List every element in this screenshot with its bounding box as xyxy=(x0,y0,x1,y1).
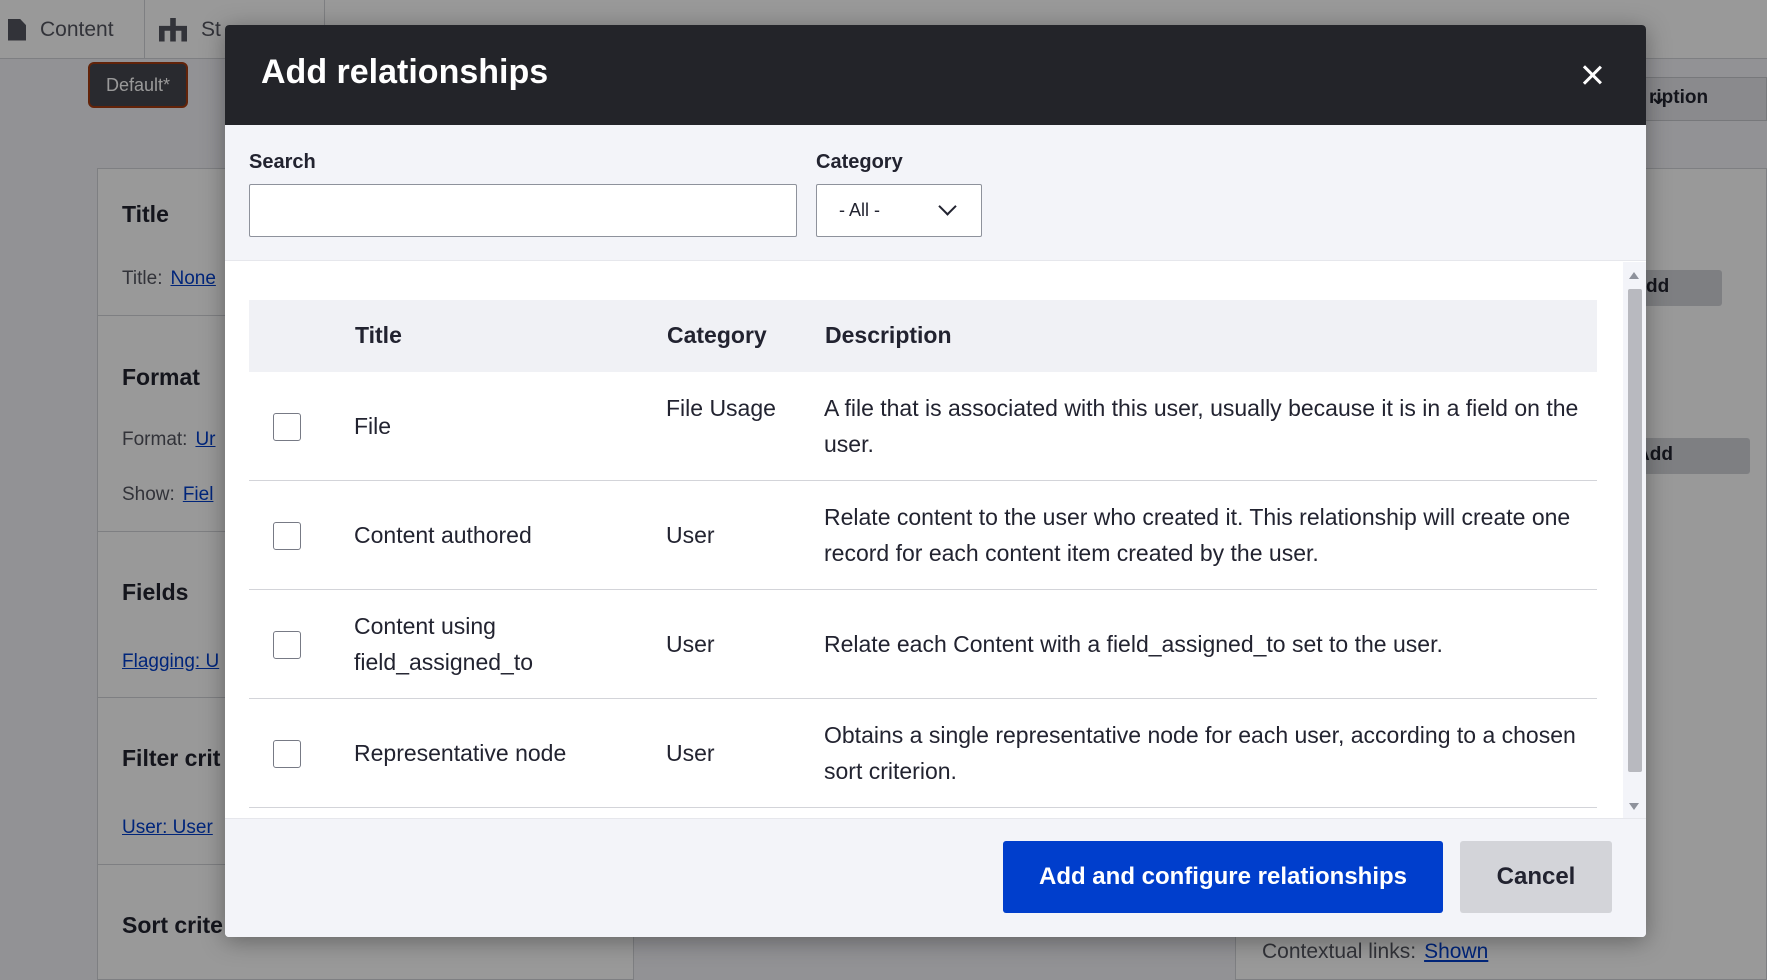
row-category: File Usage xyxy=(666,395,776,421)
dialog-footer: Add and configure relationships Cancel xyxy=(225,818,1646,937)
table-row: Representative node User Obtains a singl… xyxy=(249,699,1597,808)
table-header: Title Category Description xyxy=(249,300,1597,372)
row-title: File xyxy=(354,413,392,439)
scroll-down-arrow-icon[interactable] xyxy=(1629,803,1639,810)
cancel-button[interactable]: Cancel xyxy=(1460,841,1612,913)
row-checkbox[interactable] xyxy=(273,413,301,441)
row-category: User xyxy=(666,740,715,766)
dialog-header: Add relationships xyxy=(225,25,1646,125)
row-description: Obtains a single representative node for… xyxy=(824,722,1576,784)
scroll-up-arrow-icon[interactable] xyxy=(1629,272,1639,279)
row-title: Representative node xyxy=(354,740,567,766)
search-input[interactable] xyxy=(249,184,797,237)
row-checkbox[interactable] xyxy=(273,522,301,550)
row-checkbox[interactable] xyxy=(273,631,301,659)
row-checkbox[interactable] xyxy=(273,740,301,768)
category-select[interactable]: - All - xyxy=(816,184,982,237)
category-label: Category xyxy=(816,151,903,173)
row-category: User xyxy=(666,522,715,548)
row-description: Relate content to the user who created i… xyxy=(824,504,1571,566)
table-row: File File Usage A file that is associate… xyxy=(249,372,1597,481)
scrollbar-thumb[interactable] xyxy=(1628,289,1642,772)
category-select-value: - All - xyxy=(839,200,881,220)
column-header-title[interactable]: Title xyxy=(355,322,402,349)
dialog-title: Add relationships xyxy=(261,53,549,91)
column-header-description[interactable]: Description xyxy=(825,322,952,349)
close-icon[interactable] xyxy=(1576,59,1608,91)
relationships-table: Title Category Description File File Usa… xyxy=(225,262,1646,818)
row-description: A file that is associated with this user… xyxy=(824,395,1579,457)
row-description: Relate each Content with a field_assigne… xyxy=(824,631,1443,657)
chevron-down-icon xyxy=(938,197,957,216)
add-relationships-dialog: Add relationships Search Category - All … xyxy=(225,25,1646,937)
table-row: Content authored User Relate content to … xyxy=(249,481,1597,590)
search-label: Search xyxy=(249,151,316,173)
row-title: Content authored xyxy=(354,522,532,548)
column-header-category[interactable]: Category xyxy=(667,322,767,349)
row-title: Content using field_assigned_to xyxy=(354,613,534,675)
add-and-configure-button[interactable]: Add and configure relationships xyxy=(1003,841,1443,913)
table-scrollbar[interactable] xyxy=(1623,262,1646,818)
table-row: Content using field_assigned_to User Rel… xyxy=(249,590,1597,699)
row-category: User xyxy=(666,631,715,657)
